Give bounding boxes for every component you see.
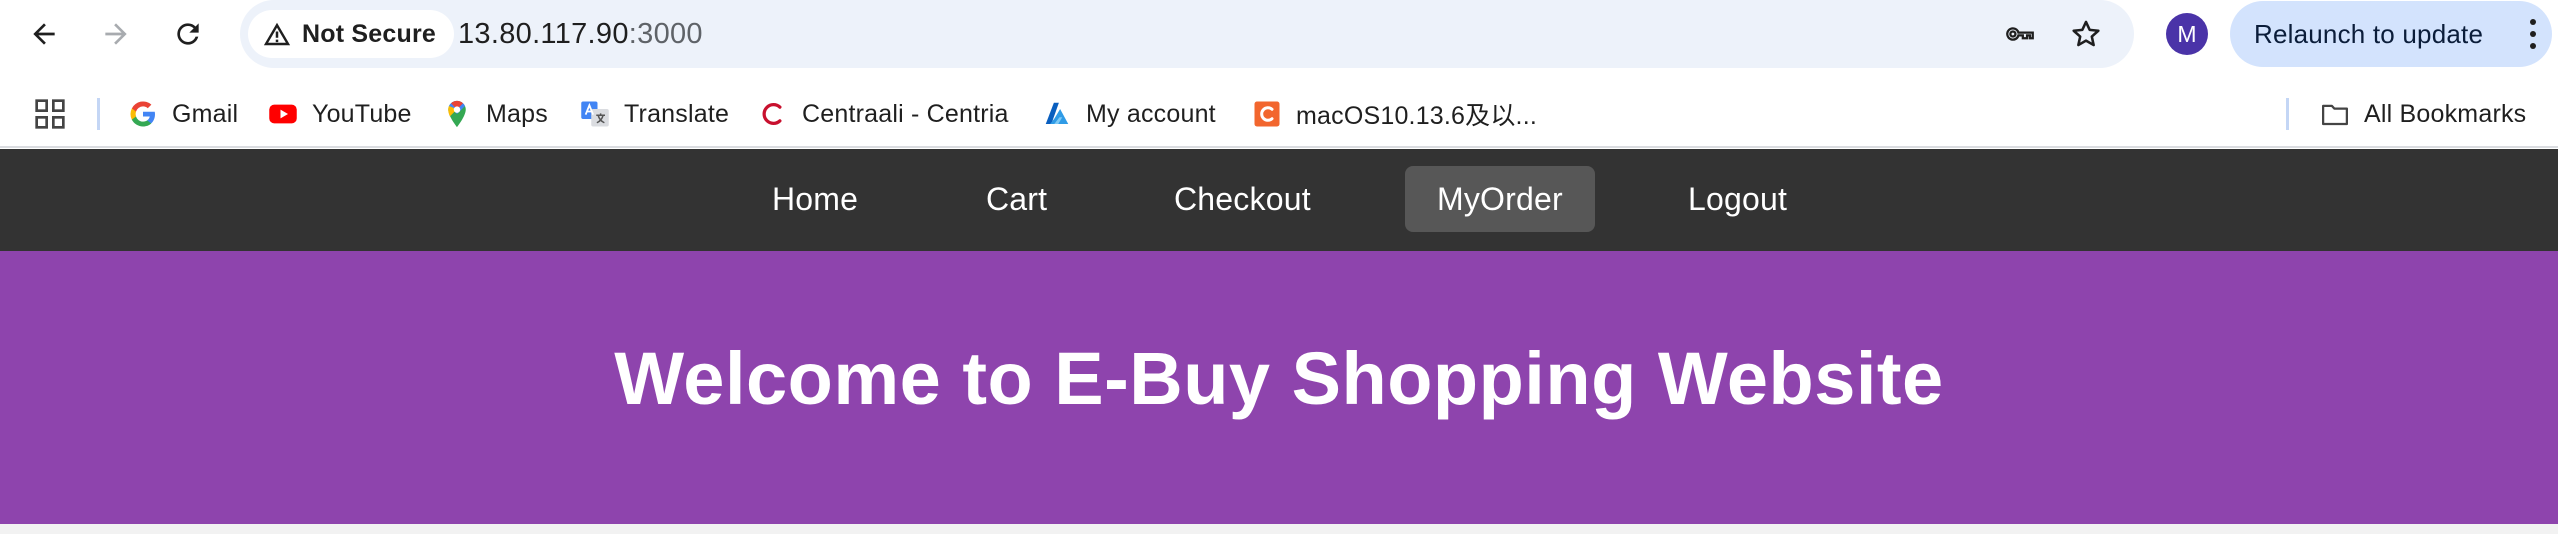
url-host: 13.80.117.90 bbox=[458, 17, 629, 50]
hero-title: Welcome to E-Buy Shopping Website bbox=[614, 337, 1944, 420]
bookmark-gmail[interactable]: Gmail bbox=[128, 92, 238, 136]
browser-toolbar: Not Secure 13.80.117.90:3000 M Relaunch … bbox=[0, 0, 2558, 68]
password-key-button[interactable] bbox=[2000, 14, 2040, 54]
c-logo-icon bbox=[1254, 101, 1280, 127]
page-body bbox=[0, 524, 2558, 534]
bookmark-label: macOS10.13.6及以... bbox=[1296, 102, 1537, 130]
bookmark-label: Maps bbox=[486, 99, 548, 128]
site-info-chip[interactable]: Not Secure bbox=[248, 10, 454, 58]
reload-button[interactable] bbox=[162, 8, 214, 60]
bookmark-youtube[interactable]: YouTube bbox=[268, 92, 412, 136]
reload-icon bbox=[177, 23, 199, 45]
hero-banner: Welcome to E-Buy Shopping Website bbox=[0, 251, 2558, 524]
bookmark-label: My account bbox=[1086, 99, 1216, 128]
azure-icon bbox=[1045, 102, 1069, 124]
nav-home[interactable]: Home bbox=[740, 166, 890, 232]
nav-logout[interactable]: Logout bbox=[1656, 166, 1819, 232]
folder-icon bbox=[2322, 104, 2348, 126]
url-port: :3000 bbox=[628, 17, 703, 50]
site-navbar: Home Cart Checkout MyOrder Logout bbox=[0, 149, 2558, 251]
relaunch-label: Relaunch to update bbox=[2254, 18, 2484, 49]
centria-icon bbox=[762, 103, 782, 125]
bookmark-label: YouTube bbox=[312, 99, 412, 128]
nav-cart[interactable]: Cart bbox=[954, 166, 1079, 232]
bookmarks-bar: Gmail YouTube Maps Translate Centraali -… bbox=[0, 68, 2558, 148]
warning-triangle-icon bbox=[263, 22, 291, 46]
arrow-left-icon bbox=[33, 23, 55, 45]
star-icon bbox=[2072, 20, 2100, 47]
bookmark-label: Centraali - Centria bbox=[802, 99, 1009, 128]
security-label: Not Secure bbox=[302, 19, 436, 48]
more-vert-icon[interactable] bbox=[2528, 19, 2538, 49]
all-bookmarks-label: All Bookmarks bbox=[2364, 99, 2527, 128]
relaunch-button[interactable]: Relaunch to update bbox=[2230, 1, 2552, 67]
bookmark-label: Translate bbox=[624, 99, 730, 128]
address-bar[interactable]: Not Secure 13.80.117.90:3000 bbox=[240, 0, 2134, 68]
youtube-icon bbox=[269, 104, 297, 124]
bookmark-my-account[interactable]: My account bbox=[1042, 92, 1216, 136]
google-icon bbox=[130, 101, 155, 127]
bookmark-label: Gmail bbox=[172, 99, 239, 128]
bookmark-centria[interactable]: Centraali - Centria bbox=[758, 92, 1009, 136]
all-bookmarks-button[interactable]: All Bookmarks bbox=[2320, 92, 2526, 136]
bookmark-separator bbox=[97, 98, 100, 130]
apps-grid-icon[interactable] bbox=[34, 98, 66, 130]
translate-icon bbox=[581, 101, 609, 127]
profile-avatar[interactable]: M bbox=[2166, 13, 2208, 55]
arrow-right-icon bbox=[105, 23, 127, 45]
bookmark-star-button[interactable] bbox=[2066, 14, 2106, 54]
key-icon bbox=[2006, 27, 2034, 41]
forward-button[interactable] bbox=[90, 8, 142, 60]
url-text[interactable]: 13.80.117.90:3000 bbox=[458, 0, 703, 68]
bookmark-separator bbox=[2286, 98, 2289, 130]
nav-checkout[interactable]: Checkout bbox=[1142, 166, 1343, 232]
back-button[interactable] bbox=[18, 8, 70, 60]
maps-pin-icon bbox=[448, 100, 466, 128]
bookmark-macos[interactable]: macOS10.13.6及以... bbox=[1252, 92, 1537, 136]
bookmark-translate[interactable]: Translate bbox=[580, 92, 729, 136]
nav-myorder[interactable]: MyOrder bbox=[1405, 166, 1595, 232]
bookmark-maps[interactable]: Maps bbox=[442, 92, 548, 136]
